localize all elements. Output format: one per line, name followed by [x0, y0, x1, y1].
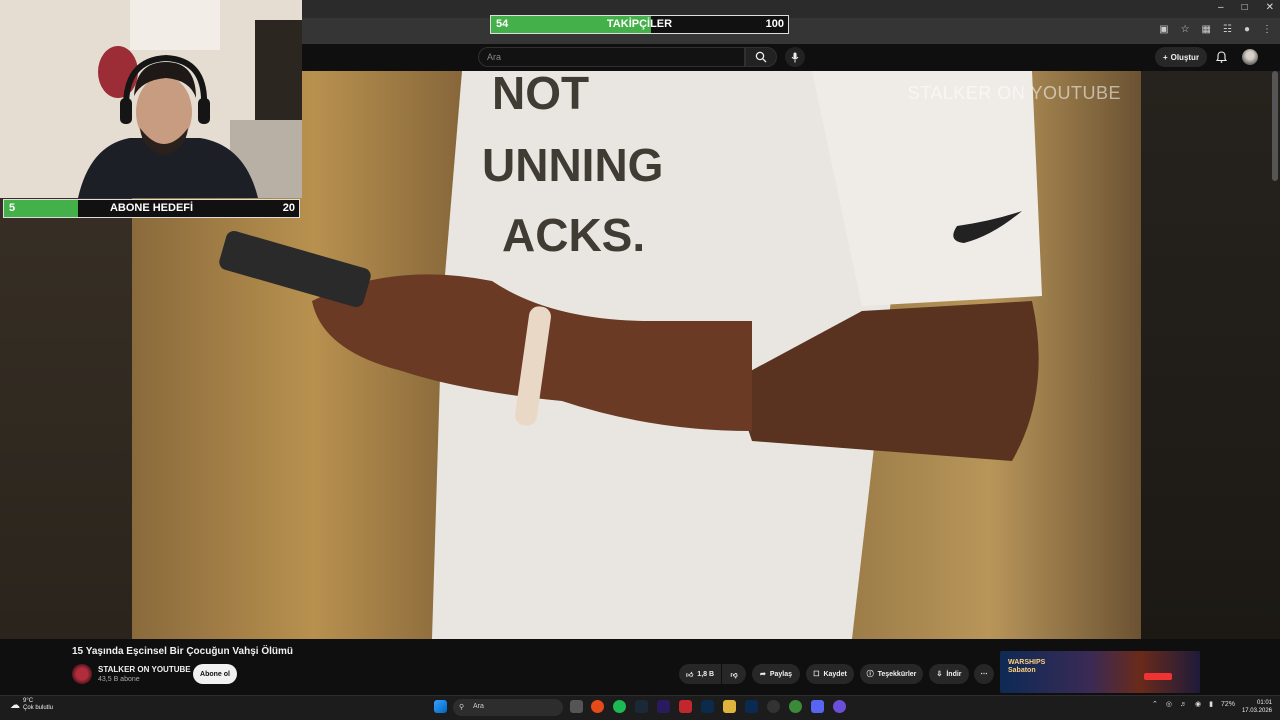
cloud-icon: ☁ — [10, 699, 20, 711]
search-icon — [755, 51, 767, 63]
thanks-label: Teşekkürler — [877, 670, 917, 678]
extension-icon[interactable]: ▦ — [1202, 24, 1211, 35]
spotify-icon[interactable] — [613, 700, 626, 713]
extension-icons: ▣ ☆ ▦ ☷ ● ⋮ — [1159, 24, 1272, 35]
weather-widget[interactable]: ☁ 9°C Çok bulutlu — [10, 698, 53, 712]
bell-icon — [1215, 51, 1227, 63]
like-count: 1,8 B — [697, 670, 715, 678]
task-view-icon[interactable] — [570, 700, 583, 713]
subscriber-label: ABONE HEDEFİ — [109, 202, 194, 214]
account-avatar[interactable] — [1242, 49, 1258, 65]
ad-banner[interactable]: WARSHIPS Sabaton — [1000, 651, 1200, 693]
follower-goal: 100 — [765, 18, 784, 30]
subscriber-goal-bar: 5 ABONE HEDEFİ 20 — [3, 199, 300, 218]
system-tray: ⌃ ◎ ♬ ◉ ▮ 72% — [1152, 700, 1235, 709]
minimize-icon[interactable]: – — [1218, 2, 1224, 13]
search-placeholder: Ara — [487, 52, 502, 62]
create-label: Oluştur — [1170, 52, 1200, 62]
page-scrollbar[interactable] — [1272, 71, 1278, 181]
thanks-button[interactable]: ⓘ Teşekkürler — [860, 664, 923, 684]
download-icon: ⇩ — [936, 671, 943, 678]
search-input[interactable]: Ara — [478, 47, 745, 67]
battery-percent: 72% — [1220, 700, 1235, 708]
share-label: Paylaş — [769, 670, 793, 678]
ad-logo-image: WARSHIPS Sabaton — [1008, 659, 1046, 675]
follower-label: TAKİPÇİLER — [606, 18, 673, 30]
chrome-icon[interactable] — [591, 700, 604, 713]
save-button[interactable]: ☐ Kaydet — [806, 664, 854, 684]
obs-icon[interactable] — [767, 700, 780, 713]
dislike-button[interactable]: 👎︎ — [722, 664, 746, 684]
share-button[interactable]: ➦ Paylaş — [752, 664, 800, 684]
tray-chevron-icon[interactable]: ⌃ — [1152, 700, 1158, 708]
super-thanks-icon: ⓘ — [866, 671, 874, 678]
create-button[interactable]: + Oluştur — [1155, 47, 1207, 67]
share-icon: ➦ — [759, 671, 766, 678]
notifications-button[interactable] — [1212, 48, 1230, 66]
thumbs-down-icon: 👎︎ — [730, 671, 738, 679]
like-button[interactable]: 👍︎ 1,8 B — [679, 664, 721, 684]
file-explorer-icon[interactable] — [723, 700, 736, 713]
webcam-overlay — [0, 0, 302, 198]
browser-icon[interactable] — [789, 700, 802, 713]
follower-goal-bar: 54 TAKİPÇİLER 100 — [490, 15, 789, 34]
thumbs-up-icon: 👍︎ — [685, 671, 694, 679]
ad-cta-button[interactable] — [1144, 673, 1172, 680]
tab-strip — [302, 0, 1280, 18]
taskbar-search-placeholder: Ara — [473, 703, 484, 710]
volume-icon[interactable]: ♬ — [1180, 701, 1187, 708]
svg-text:NOT: NOT — [492, 71, 589, 119]
channel-avatar[interactable] — [72, 664, 92, 684]
taskbar-search-icon: ⚲ — [459, 704, 465, 711]
translate-icon[interactable]: ☷ — [1223, 24, 1232, 35]
search-app-icon[interactable] — [833, 700, 846, 713]
download-button[interactable]: ⇩ İndir — [929, 664, 969, 684]
voice-search-button[interactable] — [785, 47, 805, 67]
maximize-icon[interactable]: □ — [1242, 2, 1248, 13]
steam-icon[interactable] — [635, 700, 648, 713]
subscriber-goal: 20 — [282, 202, 295, 214]
weather-description: Çok bulutlu — [23, 705, 54, 712]
video-ambient-right — [1141, 71, 1280, 639]
photoshop-icon[interactable] — [745, 700, 758, 713]
channel-name[interactable]: STALKER ON YOUTUBE — [98, 665, 191, 674]
lightroom-icon[interactable] — [701, 700, 714, 713]
antivirus-icon[interactable] — [679, 700, 692, 713]
windows-start-icon[interactable] — [434, 700, 447, 713]
clock-time: 01:01 — [1256, 700, 1272, 706]
channel-watermark: STALKER ON YOUTUBE — [907, 83, 1121, 103]
menu-dots-icon[interactable]: ⋮ — [1262, 24, 1272, 35]
svg-text:ACKS.: ACKS. — [502, 209, 645, 261]
clock-date: 17.03.2026 — [1241, 708, 1272, 715]
profile-icon[interactable]: ● — [1244, 24, 1250, 35]
search-button[interactable] — [745, 47, 777, 67]
mic-tray-icon[interactable]: ◎ — [1166, 700, 1172, 708]
bookmark-icon: ☐ — [813, 671, 820, 678]
weather-temperature: 9°C — [23, 698, 34, 704]
more-dots-icon: ⋯ — [980, 671, 988, 678]
download-label: İndir — [946, 670, 962, 678]
premiere-icon[interactable] — [657, 700, 670, 713]
close-icon[interactable]: ✕ — [1266, 2, 1274, 13]
save-label: Kaydet — [823, 670, 847, 678]
plus-icon: + — [1162, 52, 1168, 62]
cast-icon[interactable]: ▣ — [1159, 24, 1168, 35]
streamer-webcam-image — [0, 0, 302, 198]
taskbar-search[interactable]: ⚲ Ara — [453, 699, 563, 716]
microphone-icon — [791, 52, 799, 62]
taskbar-clock[interactable]: 01:01 17.03.2026 — [1238, 699, 1272, 716]
svg-text:UNNING: UNNING — [482, 139, 663, 191]
star-icon[interactable]: ☆ — [1181, 24, 1190, 35]
battery-icon[interactable]: ▮ — [1209, 700, 1213, 708]
video-title: 15 Yaşında Eşcinsel Bir Çocuğun Vahşi Öl… — [72, 646, 294, 657]
channel-subscriber-count: 43,5 B abone — [98, 676, 140, 683]
more-actions-button[interactable]: ⋯ — [974, 664, 994, 684]
window-controls: – □ ✕ — [1218, 2, 1274, 13]
discord-icon[interactable] — [811, 700, 824, 713]
address-bar[interactable] — [302, 18, 1280, 44]
subscribe-button[interactable]: Abone ol — [193, 664, 237, 684]
wifi-icon[interactable]: ◉ — [1195, 700, 1201, 708]
